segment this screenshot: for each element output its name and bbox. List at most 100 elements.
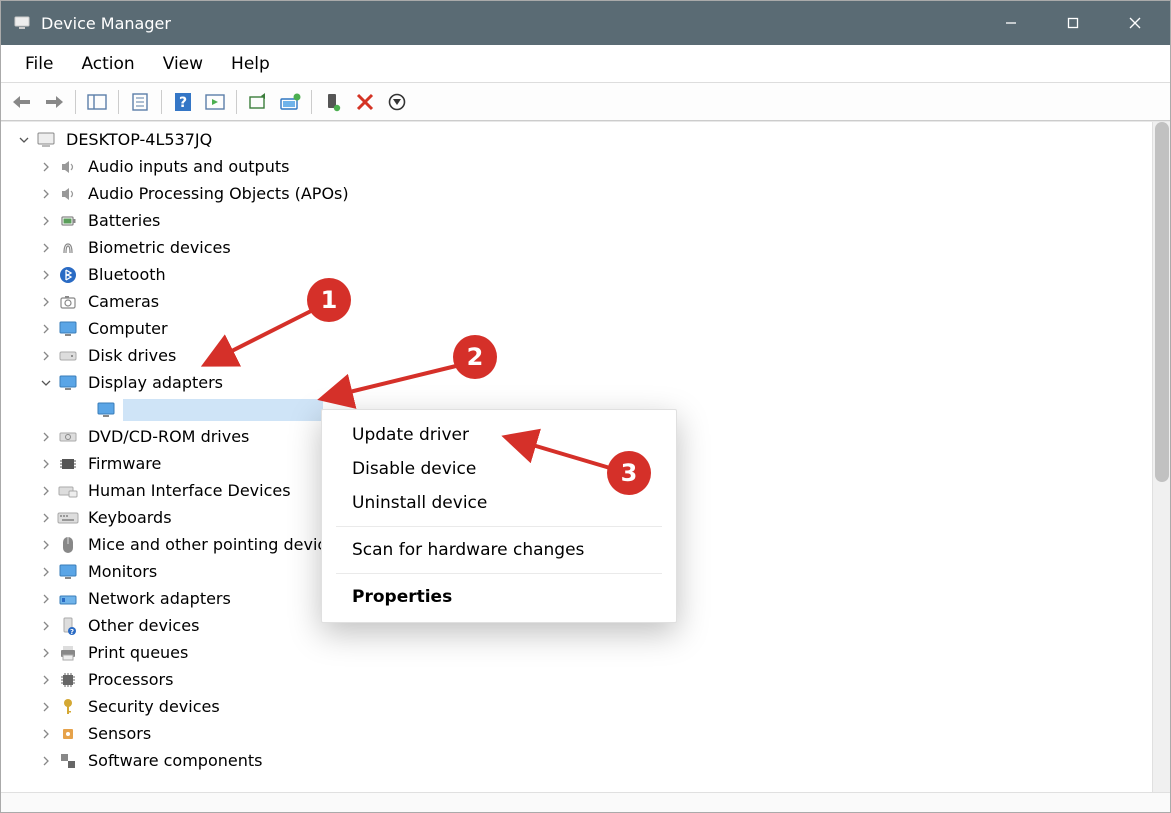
computer-icon	[35, 129, 57, 151]
action-list-button[interactable]	[200, 87, 230, 117]
chevron-right-icon[interactable]	[39, 187, 53, 201]
selected-device-label	[123, 399, 323, 421]
chevron-right-icon[interactable]	[39, 592, 53, 606]
monitor-icon	[57, 318, 79, 340]
chevron-right-icon[interactable]	[39, 457, 53, 471]
nav-forward-button[interactable]	[39, 87, 69, 117]
tree-category-sensors[interactable]: Sensors	[9, 720, 1152, 747]
tree-category-batteries[interactable]: Batteries	[9, 207, 1152, 234]
chevron-right-icon[interactable]	[39, 349, 53, 363]
speaker-icon	[57, 156, 79, 178]
minimize-button[interactable]	[980, 1, 1042, 45]
chevron-right-icon[interactable]	[39, 268, 53, 282]
statusbar	[1, 792, 1170, 812]
tree-category-computer[interactable]: Computer	[9, 315, 1152, 342]
maximize-button[interactable]	[1042, 1, 1104, 45]
close-button[interactable]	[1104, 1, 1166, 45]
chevron-right-icon[interactable]	[39, 700, 53, 714]
enable-device-button[interactable]	[318, 87, 348, 117]
svg-text:?: ?	[179, 95, 187, 111]
chevron-right-icon[interactable]	[39, 511, 53, 525]
toolbar: ?	[1, 83, 1170, 121]
annotation-bubble-1: 1	[307, 278, 351, 322]
chevron-right-icon[interactable]	[39, 241, 53, 255]
chevron-right-icon[interactable]	[39, 484, 53, 498]
display-adapter-icon	[57, 372, 79, 394]
tree-category-display-adapters[interactable]: Display adapters	[9, 369, 1152, 396]
chevron-right-icon[interactable]	[39, 160, 53, 174]
nav-back-button[interactable]	[7, 87, 37, 117]
tree-category-disk-drives[interactable]: Disk drives	[9, 342, 1152, 369]
root-label: DESKTOP-4L537JQ	[63, 126, 215, 153]
chevron-right-icon[interactable]	[39, 295, 53, 309]
software-components-icon	[57, 750, 79, 772]
context-properties[interactable]: Properties	[322, 580, 676, 614]
mouse-icon	[57, 534, 79, 556]
context-scan-hardware[interactable]: Scan for hardware changes	[322, 533, 676, 567]
toolbar-separator	[75, 90, 76, 114]
window-title: Device Manager	[41, 14, 171, 33]
chevron-right-icon[interactable]	[39, 538, 53, 552]
printer-icon	[57, 642, 79, 664]
menu-help[interactable]: Help	[217, 50, 284, 78]
speaker-icon	[57, 183, 79, 205]
vertical-scrollbar[interactable]	[1152, 122, 1170, 792]
tree-category-processors[interactable]: Processors	[9, 666, 1152, 693]
processor-icon	[57, 669, 79, 691]
chevron-right-icon[interactable]	[39, 673, 53, 687]
hid-icon	[57, 480, 79, 502]
bluetooth-icon	[57, 264, 79, 286]
battery-icon	[57, 210, 79, 232]
fingerprint-icon	[57, 237, 79, 259]
chevron-right-icon[interactable]	[39, 565, 53, 579]
key-icon	[57, 696, 79, 718]
update-driver-button[interactable]	[275, 87, 305, 117]
keyboard-icon	[57, 507, 79, 529]
properties-button[interactable]	[125, 87, 155, 117]
disk-icon	[57, 345, 79, 367]
device-manager-app-icon	[11, 12, 33, 34]
toolbar-separator	[118, 90, 119, 114]
disable-device-button[interactable]	[382, 87, 412, 117]
show-hide-tree-button[interactable]	[82, 87, 112, 117]
annotation-bubble-3: 3	[607, 451, 651, 495]
monitor-icon	[57, 561, 79, 583]
camera-icon	[57, 291, 79, 313]
tree-category-bluetooth[interactable]: Bluetooth	[9, 261, 1152, 288]
tree-category-print-queues[interactable]: Print queues	[9, 639, 1152, 666]
chevron-right-icon[interactable]	[39, 322, 53, 336]
scrollbar-thumb[interactable]	[1155, 122, 1169, 482]
toolbar-separator	[311, 90, 312, 114]
menubar: File Action View Help	[1, 45, 1170, 83]
toolbar-separator	[236, 90, 237, 114]
chevron-down-icon[interactable]	[39, 376, 53, 390]
context-separator	[336, 573, 662, 574]
menu-view[interactable]: View	[149, 50, 217, 78]
tree-category-software-components[interactable]: Software components	[9, 747, 1152, 774]
tree-category-cameras[interactable]: Cameras	[9, 288, 1152, 315]
annotation-arrow-1	[196, 301, 326, 381]
chevron-down-icon[interactable]	[17, 133, 31, 147]
tree-category-audio-io[interactable]: Audio inputs and outputs	[9, 153, 1152, 180]
svg-text:?: ?	[70, 628, 74, 636]
chevron-right-icon[interactable]	[39, 430, 53, 444]
chevron-right-icon[interactable]	[39, 754, 53, 768]
toolbar-separator	[161, 90, 162, 114]
display-adapter-icon	[95, 399, 117, 421]
scan-hardware-button[interactable]	[243, 87, 273, 117]
tree-category-security[interactable]: Security devices	[9, 693, 1152, 720]
uninstall-device-button[interactable]	[350, 87, 380, 117]
annotation-arrow-3	[495, 426, 625, 486]
chevron-right-icon[interactable]	[39, 214, 53, 228]
chevron-right-icon[interactable]	[39, 646, 53, 660]
chevron-right-icon[interactable]	[39, 619, 53, 633]
menu-file[interactable]: File	[11, 50, 67, 78]
tree-category-apo[interactable]: Audio Processing Objects (APOs)	[9, 180, 1152, 207]
menu-action[interactable]: Action	[67, 50, 148, 78]
help-button[interactable]: ?	[168, 87, 198, 117]
tree-category-biometric[interactable]: Biometric devices	[9, 234, 1152, 261]
tree-root[interactable]: DESKTOP-4L537JQ	[9, 126, 1152, 153]
chevron-right-icon[interactable]	[39, 727, 53, 741]
network-adapter-icon	[57, 588, 79, 610]
annotation-arrow-2	[311, 356, 471, 411]
